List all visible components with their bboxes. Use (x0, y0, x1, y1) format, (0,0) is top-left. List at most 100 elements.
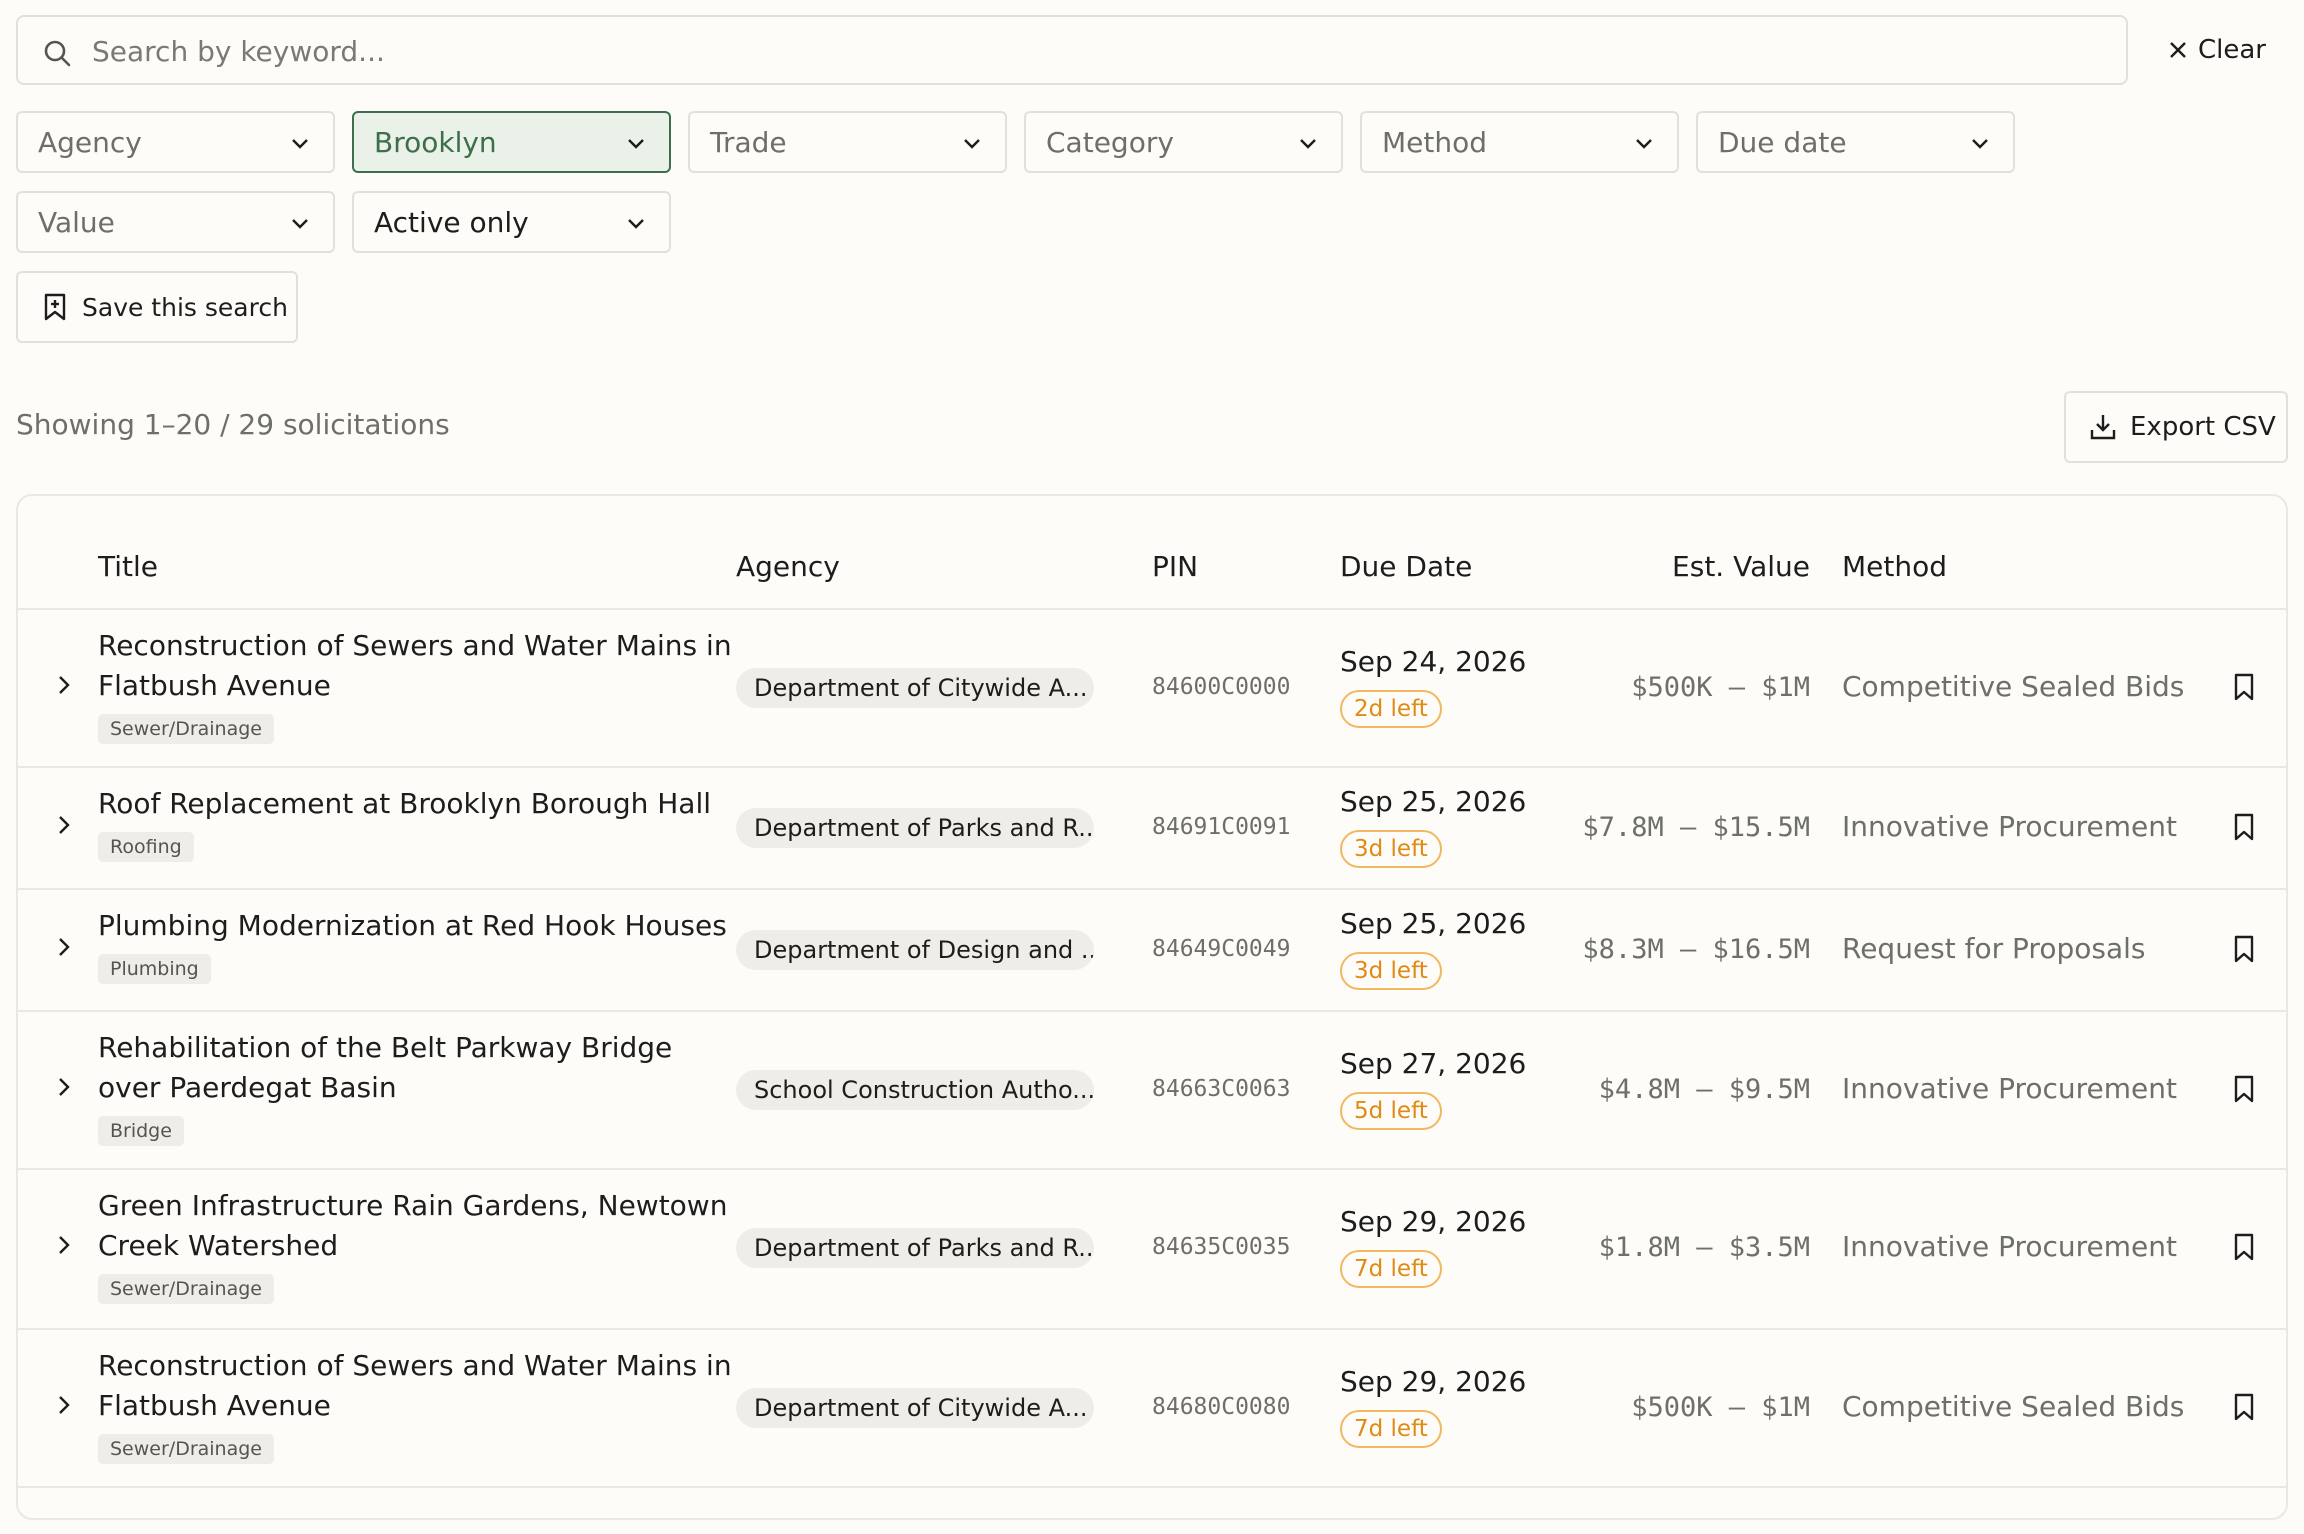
bookmark-icon[interactable] (2232, 1392, 2256, 1422)
category-tag: Sewer/Drainage (98, 1434, 274, 1464)
method-value: Competitive Sealed Bids (1842, 670, 2185, 703)
chevron-down-icon (1972, 139, 1988, 149)
bookmark-icon[interactable] (2232, 1232, 2256, 1262)
download-icon (2090, 415, 2116, 440)
days-left-badge: 3d left (1340, 952, 1442, 990)
table-row[interactable]: Green Infrastructure Rain Gardens, Newto… (18, 1170, 2286, 1330)
category-tag: Plumbing (98, 954, 211, 984)
method-value: Innovative Procurement (1842, 1230, 2177, 1263)
row-title[interactable]: Reconstruction of Sewers and Water Mains… (98, 626, 738, 706)
trade-filter[interactable]: Trade (688, 111, 1007, 173)
chevron-down-icon (1300, 139, 1316, 149)
bookmark-icon[interactable] (2232, 934, 2256, 964)
column-header-pin[interactable]: PIN (1152, 550, 1198, 583)
chevron-right-icon[interactable] (54, 934, 74, 960)
due-date: Sep 25, 2026 (1340, 907, 1527, 940)
days-left-badge: 7d left (1340, 1250, 1442, 1288)
chevron-right-icon[interactable] (54, 812, 74, 838)
table-row[interactable]: Rehabilitation of the Belt Parkway Bridg… (18, 1012, 2286, 1170)
pin-value: 84600C0000 (1152, 674, 1291, 700)
due-date-filter-label: Due date (1718, 125, 1847, 159)
trade-filter-label: Trade (710, 125, 787, 159)
chevron-down-icon (292, 219, 308, 229)
due-date: Sep 29, 2026 (1340, 1365, 1527, 1398)
results-summary: Showing 1–20 / 29 solicitations (16, 408, 450, 441)
search-bar[interactable] (16, 15, 2128, 85)
chevron-right-icon[interactable] (54, 1232, 74, 1258)
chevron-down-icon (628, 139, 644, 149)
days-left-badge: 7d left (1340, 1410, 1442, 1448)
value-filter-label: Value (38, 205, 115, 239)
method-value: Competitive Sealed Bids (1842, 1390, 2185, 1423)
row-title[interactable]: Roof Replacement at Brooklyn Borough Hal… (98, 784, 738, 824)
search-icon (44, 40, 71, 67)
value-filter[interactable]: Value (16, 191, 335, 253)
table-row[interactable]: Roof Replacement at Brooklyn Borough Hal… (18, 768, 2286, 890)
method-value: Request for Proposals (1842, 932, 2146, 965)
agency-filter-label: Agency (38, 125, 142, 159)
category-tag: Roofing (98, 832, 194, 862)
table-row[interactable]: Reconstruction of Sewers and Water Mains… (18, 610, 2286, 768)
status-filter[interactable]: Active only (352, 191, 671, 253)
bookmark-plus-icon (44, 293, 66, 321)
chevron-down-icon (1636, 139, 1652, 149)
export-csv-label: Export CSV (2130, 412, 2276, 442)
method-filter[interactable]: Method (1360, 111, 1679, 173)
clear-button[interactable]: Clear (2168, 28, 2266, 72)
chevron-down-icon (628, 219, 644, 229)
est-value: $7.8M – $15.5M (1582, 812, 1810, 843)
days-left-badge: 3d left (1340, 830, 1442, 868)
save-search-button[interactable]: Save this search (16, 271, 298, 343)
status-filter-label: Active only (374, 205, 529, 239)
method-filter-label: Method (1382, 125, 1488, 159)
pin-value: 84635C0035 (1152, 1234, 1291, 1260)
column-header-agency[interactable]: Agency (736, 550, 840, 583)
table-row[interactable]: Plumbing Modernization at Red Hook House… (18, 890, 2286, 1012)
row-title[interactable]: Plumbing Modernization at Red Hook House… (98, 906, 738, 946)
agency-pill: Department of Parks and R... (736, 808, 1094, 848)
chevron-down-icon (292, 139, 308, 149)
row-title[interactable]: Reconstruction of Sewers and Water Mains… (98, 1346, 738, 1426)
row-title[interactable]: Rehabilitation of the Belt Parkway Bridg… (98, 1028, 738, 1108)
category-tag: Sewer/Drainage (98, 1274, 274, 1304)
chevron-right-icon[interactable] (54, 672, 74, 698)
category-tag: Bridge (98, 1116, 184, 1146)
column-header-method[interactable]: Method (1842, 550, 1947, 583)
agency-pill: School Construction Autho... (736, 1070, 1094, 1110)
days-left-badge: 5d left (1340, 1092, 1442, 1130)
search-input[interactable] (90, 17, 1994, 85)
bookmark-icon[interactable] (2232, 672, 2256, 702)
borough-filter-label: Brooklyn (374, 125, 497, 159)
category-filter-label: Category (1046, 125, 1174, 159)
column-header-due-date[interactable]: Due Date (1340, 550, 1472, 583)
row-title[interactable]: Green Infrastructure Rain Gardens, Newto… (98, 1186, 738, 1266)
agency-filter[interactable]: Agency (16, 111, 335, 173)
table-row[interactable]: Reconstruction of Sewers and Water Mains… (18, 1330, 2286, 1488)
clear-label: Clear (2198, 35, 2266, 65)
column-header-est-value[interactable]: Est. Value (1672, 550, 1810, 583)
days-left-badge: 2d left (1340, 690, 1442, 728)
est-value: $500K – $1M (1631, 1392, 1810, 1423)
due-date: Sep 29, 2026 (1340, 1205, 1527, 1238)
est-value: $500K – $1M (1631, 672, 1810, 703)
bookmark-icon[interactable] (2232, 812, 2256, 842)
due-date: Sep 24, 2026 (1340, 645, 1527, 678)
column-header-title[interactable]: Title (98, 550, 158, 583)
category-filter[interactable]: Category (1024, 111, 1343, 173)
chevron-right-icon[interactable] (54, 1074, 74, 1100)
borough-filter[interactable]: Brooklyn (352, 111, 671, 173)
solicitations-table: Title Agency PIN Due Date Est. Value Met… (16, 494, 2288, 1520)
pin-value: 84649C0049 (1152, 936, 1291, 962)
method-value: Innovative Procurement (1842, 1072, 2177, 1105)
due-date: Sep 25, 2026 (1340, 785, 1527, 818)
bookmark-icon[interactable] (2232, 1074, 2256, 1104)
agency-pill: Department of Citywide A... (736, 668, 1094, 708)
agency-pill: Department of Citywide A... (736, 1388, 1094, 1428)
agency-pill: Department of Parks and R... (736, 1228, 1094, 1268)
chevron-right-icon[interactable] (54, 1392, 74, 1418)
due-date: Sep 27, 2026 (1340, 1047, 1527, 1080)
due-date-filter[interactable]: Due date (1696, 111, 2015, 173)
save-search-label: Save this search (82, 292, 288, 322)
export-csv-button[interactable]: Export CSV (2064, 391, 2288, 463)
method-value: Innovative Procurement (1842, 810, 2177, 843)
